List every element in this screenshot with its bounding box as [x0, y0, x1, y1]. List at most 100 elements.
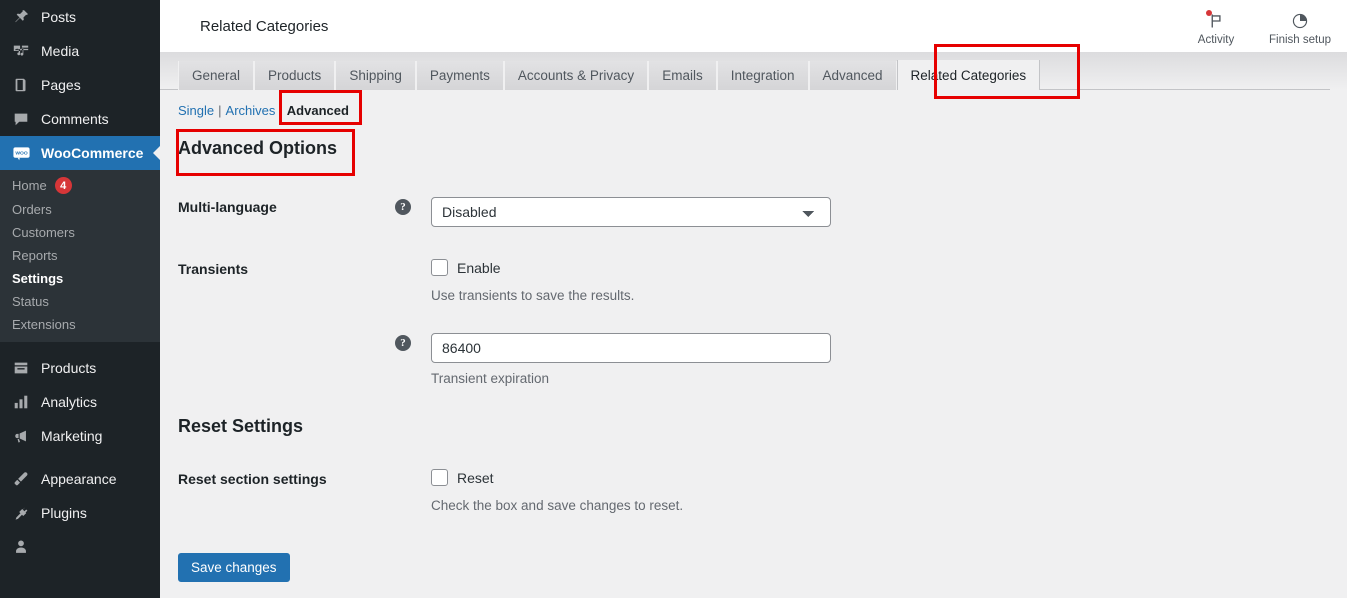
sidebar-subitem-label: Status	[12, 294, 49, 309]
sidebar-item-label: Analytics	[41, 394, 98, 410]
admin-sidebar: Posts Media Pages Comments WOO WooCommer…	[0, 0, 160, 598]
tab-label: Accounts & Privacy	[517, 68, 635, 83]
marketing-icon	[11, 426, 31, 446]
subnav-current-advanced[interactable]: Advanced	[287, 103, 349, 118]
sidebar-item-label: Comments	[41, 111, 109, 127]
multilanguage-select[interactable]: Disabled	[431, 197, 831, 227]
woocommerce-submenu: Home 4 Orders Customers Reports Settings…	[0, 170, 160, 342]
tab-label: Shipping	[349, 68, 402, 83]
finish-setup-button[interactable]: Finish setup	[1269, 10, 1331, 46]
reset-checkbox[interactable]	[431, 469, 448, 486]
tab-label: Advanced	[822, 68, 883, 83]
tab-label: Payments	[429, 68, 490, 83]
tab-related-categories[interactable]: Related Categories	[896, 60, 1041, 90]
pin-icon	[11, 7, 31, 27]
reset-section-field: Reset Check the box and save changes to …	[395, 469, 1347, 513]
sidebar-subitem-label: Home	[12, 178, 47, 193]
sidebar-item-products[interactable]: Products	[0, 351, 160, 385]
sidebar-subitem-reports[interactable]: Reports	[0, 244, 160, 267]
subnav-link-single[interactable]: Single	[178, 103, 214, 118]
sidebar-subitem-home[interactable]: Home 4	[0, 173, 160, 198]
tab-emails[interactable]: Emails	[648, 61, 717, 90]
sidebar-item-woocommerce[interactable]: WOO WooCommerce	[0, 136, 160, 170]
sidebar-subitem-settings[interactable]: Settings	[0, 267, 160, 290]
reset-section-row: Reset section settings Reset Check the b…	[160, 469, 1347, 513]
tab-payments[interactable]: Payments	[415, 61, 504, 90]
reset-hint: Check the box and save changes to reset.	[431, 498, 684, 513]
sidebar-subitem-orders[interactable]: Orders	[0, 198, 160, 221]
transients-control: Enable Use transients to save the result…	[431, 259, 1347, 303]
transients-checkbox-line[interactable]: Enable	[431, 259, 1347, 276]
sidebar-subitem-status[interactable]: Status	[0, 290, 160, 313]
transient-expiration-row: ? Transient expiration	[160, 333, 1347, 386]
sidebar-item-appearance[interactable]: Appearance	[0, 462, 160, 496]
sidebar-item-marketing[interactable]: Marketing	[0, 419, 160, 453]
woocommerce-icon: WOO	[11, 143, 31, 163]
sidebar-item-media[interactable]: Media	[0, 34, 160, 68]
sidebar-subitem-label: Extensions	[12, 317, 76, 332]
tab-general[interactable]: General	[178, 61, 255, 90]
sidebar-item-pages[interactable]: Pages	[0, 68, 160, 102]
sidebar-subitem-label: Customers	[12, 225, 75, 240]
sidebar-subitem-extensions[interactable]: Extensions	[0, 313, 160, 336]
sidebar-item-partial[interactable]	[0, 530, 160, 564]
subnav-link-archives[interactable]: Archives	[226, 103, 276, 118]
tab-advanced[interactable]: Advanced	[808, 61, 897, 90]
users-icon	[11, 537, 31, 557]
sidebar-subitem-label: Reports	[12, 248, 58, 263]
tab-label: Integration	[730, 68, 795, 83]
sidebar-item-plugins[interactable]: Plugins	[0, 496, 160, 530]
plugins-icon	[11, 503, 31, 523]
advanced-options-heading: Advanced Options	[178, 138, 338, 158]
transients-label: Transients	[178, 261, 249, 277]
sidebar-subitem-customers[interactable]: Customers	[0, 221, 160, 244]
tab-shipping[interactable]: Shipping	[335, 61, 416, 90]
sidebar-item-label: Products	[41, 360, 97, 376]
settings-form: Advanced Options Multi-language ? Disabl…	[160, 138, 1347, 582]
tab-integration[interactable]: Integration	[716, 61, 809, 90]
sidebar-subitem-label: Orders	[12, 202, 52, 217]
sidebar-item-label: Marketing	[41, 428, 103, 444]
transients-field: Enable Use transients to save the result…	[395, 259, 1347, 303]
help-icon[interactable]: ?	[395, 199, 411, 215]
transient-expiration-field: ? Transient expiration	[395, 333, 1347, 386]
reset-checkbox-label: Reset	[457, 469, 494, 486]
sidebar-item-analytics[interactable]: Analytics	[0, 385, 160, 419]
transients-row: Transients Enable Use transients to save…	[160, 259, 1347, 303]
multilanguage-row: Multi-language ? Disabled	[160, 197, 1347, 227]
multilanguage-label: Multi-language	[178, 199, 277, 215]
sidebar-divider-2	[0, 453, 160, 462]
reset-settings-heading: Reset Settings	[178, 416, 304, 436]
home-badge-count: 4	[54, 177, 72, 194]
save-changes-button[interactable]: Save changes	[178, 553, 290, 582]
sidebar-item-comments[interactable]: Comments	[0, 102, 160, 136]
main-region: Related Categories Activity Finish setup…	[160, 0, 1347, 598]
sidebar-item-label: Media	[41, 43, 80, 59]
reset-section-control: Reset Check the box and save changes to …	[431, 469, 1347, 513]
admin-page: Posts Media Pages Comments WOO WooCommer…	[0, 0, 1347, 598]
transient-expiration-control: Transient expiration	[431, 333, 1347, 386]
reset-checkbox-line[interactable]: Reset	[431, 469, 1347, 486]
transient-expiration-spacer	[178, 333, 395, 335]
transients-enable-checkbox[interactable]	[431, 259, 448, 276]
comments-icon	[11, 109, 31, 129]
appearance-icon	[11, 469, 31, 489]
tab-products[interactable]: Products	[254, 61, 336, 90]
sidebar-item-label: Pages	[41, 77, 81, 93]
sidebar-item-posts[interactable]: Posts	[0, 0, 160, 34]
transient-expiration-input[interactable]	[431, 333, 831, 363]
svg-text:WOO: WOO	[15, 150, 27, 156]
tab-accounts-privacy[interactable]: Accounts & Privacy	[503, 61, 649, 90]
media-icon	[11, 41, 31, 61]
settings-tabs: General Products Shipping Payments Accou…	[160, 52, 1347, 90]
help-icon[interactable]: ?	[395, 335, 411, 351]
transient-expiration-hint: Transient expiration	[431, 371, 550, 386]
subnav-separator: |	[218, 103, 222, 118]
header-actions: Activity Finish setup	[1185, 6, 1331, 46]
multilanguage-control: Disabled	[431, 197, 1347, 227]
activity-button[interactable]: Activity	[1185, 10, 1247, 46]
sidebar-item-label: Plugins	[41, 505, 87, 521]
products-icon	[11, 358, 31, 378]
finish-setup-label: Finish setup	[1269, 34, 1332, 46]
transients-hint: Use transients to save the results.	[431, 288, 635, 303]
